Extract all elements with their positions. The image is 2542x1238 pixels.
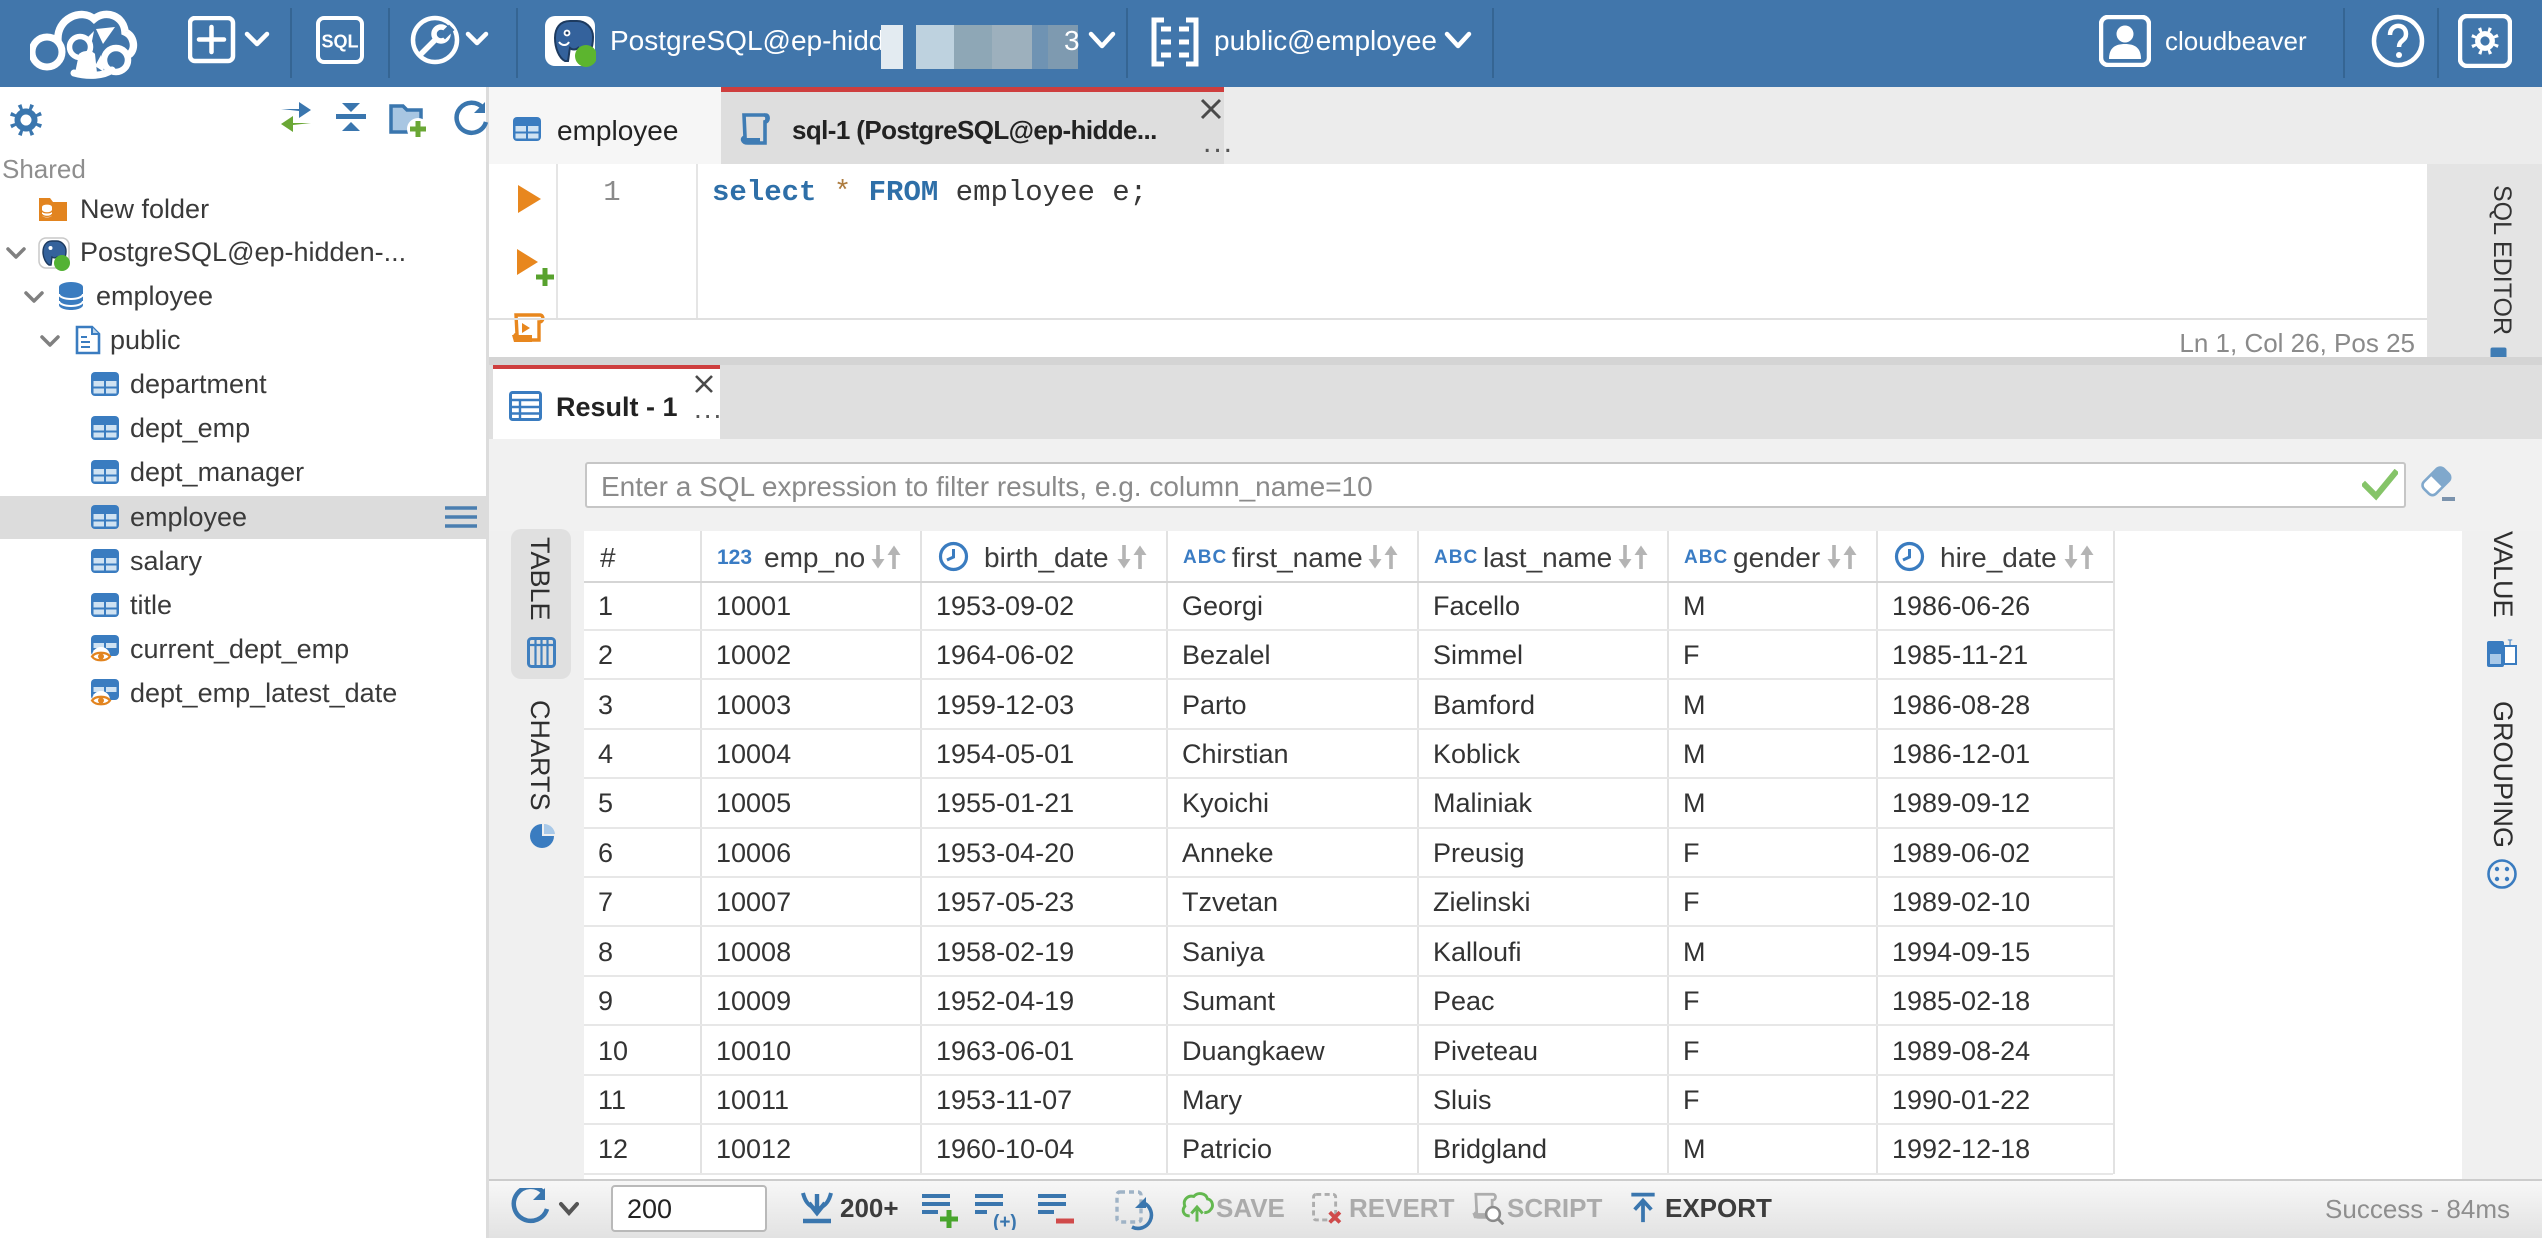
svg-text:I: I: [2507, 639, 2514, 651]
svg-text:(+): (+): [993, 1212, 1017, 1230]
svg-text:SQL: SQL: [321, 32, 358, 52]
